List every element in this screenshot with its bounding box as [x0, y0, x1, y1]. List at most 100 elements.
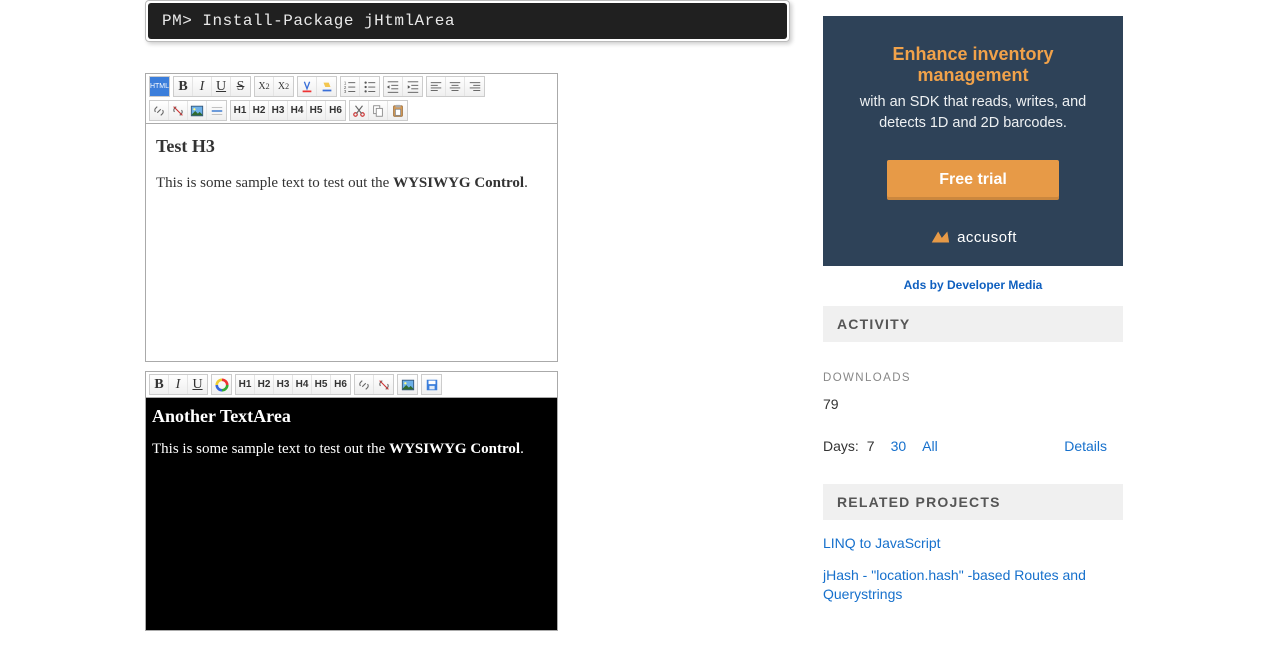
cut-icon: [352, 104, 366, 118]
h2-button[interactable]: H2: [250, 101, 269, 120]
terminal-wrapper: PM> Install-Package jHtmlArea: [145, 0, 790, 42]
editor-2-canvas[interactable]: Another TextArea This is some sample tex…: [146, 397, 557, 630]
hr-icon: [210, 104, 224, 118]
align-center-icon: [448, 80, 462, 94]
editor-1-canvas[interactable]: Test H3 This is some sample text to test…: [146, 123, 557, 361]
days-30-link[interactable]: 30: [891, 438, 907, 454]
downloads-value: 79: [823, 396, 1123, 412]
days-label: Days:: [823, 438, 859, 454]
italic-button-2[interactable]: I: [169, 375, 188, 394]
h1-button[interactable]: H1: [231, 101, 250, 120]
editor-2-body-bold: WYSIWYG Control: [389, 441, 520, 457]
activity-panel-header: ACTIVITY: [823, 306, 1123, 342]
ad-title: Enhance inventory management: [843, 44, 1103, 86]
editor-1-body-pre: This is some sample text to test out the: [156, 175, 393, 191]
cut-button[interactable]: [350, 101, 369, 120]
h5-button[interactable]: H5: [307, 101, 326, 120]
related-projects-list: LINQ to JavaScript jHash - "location.has…: [823, 534, 1123, 605]
copy-button[interactable]: [369, 101, 388, 120]
editor-1-body-post: .: [524, 175, 528, 191]
link-button[interactable]: [150, 101, 169, 120]
outdent-button[interactable]: [403, 77, 422, 96]
editor-1: HTML B I U S X2 X2: [145, 73, 558, 362]
strikethrough-button[interactable]: S: [231, 77, 250, 96]
h3-button-2[interactable]: H3: [274, 375, 293, 394]
highlight-button[interactable]: [317, 77, 336, 96]
superscript-2: 2: [285, 82, 289, 91]
forecolor-icon: [300, 80, 314, 94]
superscript-x: X: [278, 81, 285, 92]
paste-button[interactable]: [388, 101, 407, 120]
colorpicker-button[interactable]: [212, 375, 231, 394]
align-left-icon: [429, 80, 443, 94]
image-button-2[interactable]: [398, 375, 417, 394]
ads-by-link[interactable]: Ads by Developer Media: [904, 278, 1043, 292]
image-button[interactable]: [188, 101, 207, 120]
svg-text:3: 3: [344, 89, 347, 94]
editor-2-body-post: .: [520, 441, 524, 457]
days-current: 7: [867, 438, 875, 454]
h3-button[interactable]: H3: [269, 101, 288, 120]
outdent-icon: [406, 80, 420, 94]
h6-button[interactable]: H6: [326, 101, 345, 120]
ordered-list-icon: 123: [343, 80, 357, 94]
ordered-list-button[interactable]: 123: [341, 77, 360, 96]
editor-2-body: This is some sample text to test out the…: [152, 441, 551, 458]
install-command[interactable]: PM> Install-Package jHtmlArea: [148, 3, 787, 39]
colorpicker-icon: [215, 378, 229, 392]
link-icon: [152, 104, 166, 118]
align-left-button[interactable]: [427, 77, 446, 96]
h2-button-2[interactable]: H2: [255, 375, 274, 394]
h1-button-2[interactable]: H1: [236, 375, 255, 394]
image-icon: [401, 378, 415, 392]
align-right-button[interactable]: [465, 77, 484, 96]
subscript-2: 2: [266, 82, 270, 91]
ads-by-link-wrap: Ads by Developer Media: [823, 276, 1123, 292]
save-icon: [425, 378, 439, 392]
unordered-list-button[interactable]: [360, 77, 379, 96]
editor-2-toolbar: B I U H1 H2 H3 H4 H5 H6: [146, 372, 557, 397]
ad-cta-button[interactable]: Free trial: [887, 160, 1059, 200]
paste-icon: [391, 104, 405, 118]
details-link[interactable]: Details: [1064, 438, 1107, 454]
underline-button-2[interactable]: U: [188, 375, 207, 394]
save-button[interactable]: [422, 375, 441, 394]
related-link-2[interactable]: jHash - "location.hash" -based Routes an…: [823, 566, 1123, 605]
link-icon: [357, 378, 371, 392]
ad-brand-text: accusoft: [957, 229, 1017, 246]
editor-1-toolbar: HTML B I U S X2 X2: [146, 74, 557, 123]
indent-button[interactable]: [384, 77, 403, 96]
forecolor-button[interactable]: [298, 77, 317, 96]
image-icon: [190, 104, 204, 118]
superscript-button[interactable]: X2: [274, 77, 293, 96]
h4-button[interactable]: H4: [288, 101, 307, 120]
viewhtml-button[interactable]: HTML: [150, 77, 169, 96]
accusoft-logo-icon: [929, 226, 951, 248]
unlink-button-2[interactable]: [374, 375, 393, 394]
highlight-icon: [320, 80, 334, 94]
bold-button[interactable]: B: [174, 77, 193, 96]
hr-button[interactable]: [207, 101, 226, 120]
related-panel-header: RELATED PROJECTS: [823, 484, 1123, 520]
subscript-button[interactable]: X2: [255, 77, 274, 96]
underline-button[interactable]: U: [212, 77, 231, 96]
bold-button-2[interactable]: B: [150, 375, 169, 394]
h6-button-2[interactable]: H6: [331, 375, 350, 394]
unlink-button[interactable]: [169, 101, 188, 120]
related-link-1[interactable]: LINQ to JavaScript: [823, 534, 1123, 554]
editor-2: B I U H1 H2 H3 H4 H5 H6: [145, 371, 558, 631]
editor-1-heading: Test H3: [156, 136, 547, 157]
h4-button-2[interactable]: H4: [293, 375, 312, 394]
align-center-button[interactable]: [446, 77, 465, 96]
italic-button[interactable]: I: [193, 77, 212, 96]
unlink-icon: [377, 378, 391, 392]
align-right-icon: [468, 80, 482, 94]
link-button-2[interactable]: [355, 375, 374, 394]
h5-button-2[interactable]: H5: [312, 375, 331, 394]
editor-1-body: This is some sample text to test out the…: [156, 175, 547, 192]
advertisement[interactable]: Enhance inventory management with an SDK…: [823, 16, 1123, 266]
unlink-icon: [171, 104, 185, 118]
ad-brand: accusoft: [929, 226, 1017, 248]
days-all-link[interactable]: All: [922, 438, 938, 454]
unordered-list-icon: [363, 80, 377, 94]
